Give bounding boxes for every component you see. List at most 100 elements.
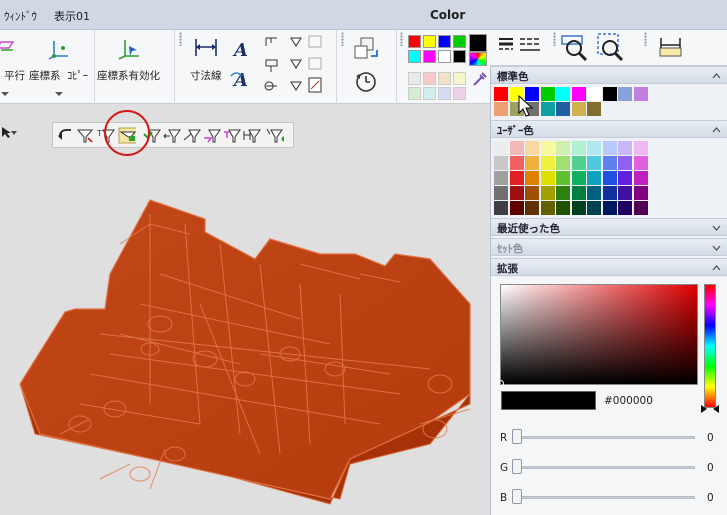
hue-slider[interactable]	[704, 284, 716, 408]
user-color-swatch[interactable]	[633, 186, 648, 200]
standard-color-swatch[interactable]	[540, 87, 555, 101]
ribbon-swatch[interactable]	[453, 72, 466, 85]
ribbon-swatch[interactable]	[438, 35, 451, 48]
standard-color-swatch[interactable]	[556, 102, 570, 116]
user-color-swatch[interactable]	[494, 156, 508, 170]
user-color-swatch[interactable]	[525, 201, 539, 215]
standard-color-swatch[interactable]	[618, 87, 632, 101]
user-color-swatch[interactable]	[633, 171, 648, 185]
user-color-swatch[interactable]	[525, 156, 539, 170]
ribbon-swatch[interactable]	[438, 87, 451, 100]
user-color-swatch[interactable]	[509, 186, 524, 200]
user-color-swatch[interactable]	[633, 141, 648, 155]
menu-window[interactable]: ｳｨﾝﾄﾞｳ	[4, 8, 37, 24]
standard-color-swatch[interactable]	[494, 102, 508, 116]
user-color-swatch[interactable]	[556, 201, 570, 215]
annotation-tool-icons[interactable]	[263, 34, 333, 98]
standard-color-swatch[interactable]	[494, 87, 508, 101]
green-slider-thumb[interactable]	[512, 459, 522, 474]
ribbon-swatch[interactable]	[423, 72, 436, 85]
color-wheel-icon[interactable]	[469, 52, 487, 66]
user-color-swatch[interactable]	[509, 201, 524, 215]
user-color-swatch[interactable]	[494, 141, 508, 155]
user-color-swatch[interactable]	[525, 186, 539, 200]
user-color-swatch[interactable]	[540, 141, 555, 155]
user-color-swatch[interactable]	[494, 201, 508, 215]
layer-move-icon[interactable]	[353, 36, 381, 62]
user-color-swatch[interactable]	[509, 156, 524, 170]
current-color-swatch[interactable]	[469, 34, 487, 52]
standard-color-swatch[interactable]	[602, 87, 617, 101]
section-set-header[interactable]: ｾｯﾄ色	[491, 238, 727, 256]
menu-display[interactable]: 表示01	[54, 8, 90, 24]
ribbon-swatch[interactable]	[423, 50, 436, 63]
user-color-swatch[interactable]	[587, 171, 601, 185]
ribbon-swatch[interactable]	[453, 50, 466, 63]
expand-icon[interactable]	[712, 243, 721, 252]
user-color-swatch[interactable]	[571, 186, 586, 200]
curved-text-icon[interactable]: A	[230, 68, 254, 92]
blue-slider-thumb[interactable]	[512, 489, 522, 504]
copy-button[interactable]: ｺﾋﾟｰ	[67, 68, 88, 83]
user-color-swatch[interactable]	[556, 186, 570, 200]
collapse-icon[interactable]	[712, 71, 721, 80]
user-color-swatch[interactable]	[602, 141, 617, 155]
user-color-swatch[interactable]	[633, 156, 648, 170]
ribbon-swatch[interactable]	[423, 35, 436, 48]
user-color-swatch[interactable]	[602, 186, 617, 200]
ribbon-swatch[interactable]	[438, 72, 451, 85]
standard-color-swatch[interactable]	[587, 102, 601, 116]
user-color-swatch[interactable]	[525, 141, 539, 155]
red-slider-thumb[interactable]	[512, 429, 522, 444]
standard-color-swatch[interactable]	[587, 87, 601, 101]
section-user-header[interactable]: ﾕｰｻﾞｰ色	[491, 120, 727, 138]
user-color-swatch[interactable]	[633, 201, 648, 215]
user-color-swatch[interactable]	[602, 171, 617, 185]
user-color-swatch[interactable]	[618, 186, 632, 200]
ribbon-swatch[interactable]	[453, 35, 466, 48]
user-color-swatch[interactable]	[540, 201, 555, 215]
ribbon-swatch[interactable]	[408, 35, 421, 48]
section-extend-header[interactable]: 拡張	[491, 258, 727, 276]
user-color-swatch[interactable]	[556, 141, 570, 155]
user-color-swatch[interactable]	[540, 186, 555, 200]
green-slider-track[interactable]	[513, 466, 695, 469]
user-color-swatch[interactable]	[587, 156, 601, 170]
blue-slider-track[interactable]	[513, 496, 695, 499]
user-color-swatch[interactable]	[602, 201, 617, 215]
standard-color-swatch[interactable]	[540, 102, 555, 116]
picker-cursor[interactable]	[497, 380, 504, 387]
user-color-swatch[interactable]	[587, 141, 601, 155]
user-color-swatch[interactable]	[618, 156, 632, 170]
user-color-swatch[interactable]	[494, 186, 508, 200]
user-color-swatch[interactable]	[540, 171, 555, 185]
dropdown-arrow-icon[interactable]	[0, 90, 10, 98]
user-color-swatch[interactable]	[571, 141, 586, 155]
grip-handle[interactable]	[341, 32, 344, 46]
hex-value-text[interactable]: #000000	[604, 395, 653, 407]
user-color-swatch[interactable]	[571, 171, 586, 185]
grip-handle[interactable]	[179, 32, 182, 46]
standard-color-swatch[interactable]	[571, 87, 586, 101]
user-color-swatch[interactable]	[618, 171, 632, 185]
grip-handle[interactable]	[644, 32, 647, 46]
parallel-button[interactable]: 平行	[4, 68, 25, 83]
user-color-swatch[interactable]	[618, 141, 632, 155]
ribbon-swatch[interactable]	[408, 72, 421, 85]
dimension-line-button[interactable]: 寸法線	[190, 68, 222, 83]
3d-viewport[interactable]: T	[0, 104, 490, 515]
text-annotation-icon[interactable]: A	[232, 38, 252, 60]
ribbon-swatch[interactable]	[453, 87, 466, 100]
saturation-value-picker[interactable]	[500, 284, 698, 385]
user-color-swatch[interactable]	[556, 171, 570, 185]
zoom-area-icon[interactable]	[596, 32, 626, 62]
user-color-swatch[interactable]	[494, 171, 508, 185]
measure-icon[interactable]	[658, 34, 686, 62]
user-color-swatch[interactable]	[571, 201, 586, 215]
hue-slider-thumb[interactable]	[701, 405, 719, 413]
zoom-window-icon[interactable]	[560, 32, 590, 62]
user-color-swatch[interactable]	[509, 171, 524, 185]
grip-handle[interactable]	[553, 32, 556, 46]
standard-color-swatch[interactable]	[571, 102, 586, 116]
user-color-swatch[interactable]	[540, 156, 555, 170]
